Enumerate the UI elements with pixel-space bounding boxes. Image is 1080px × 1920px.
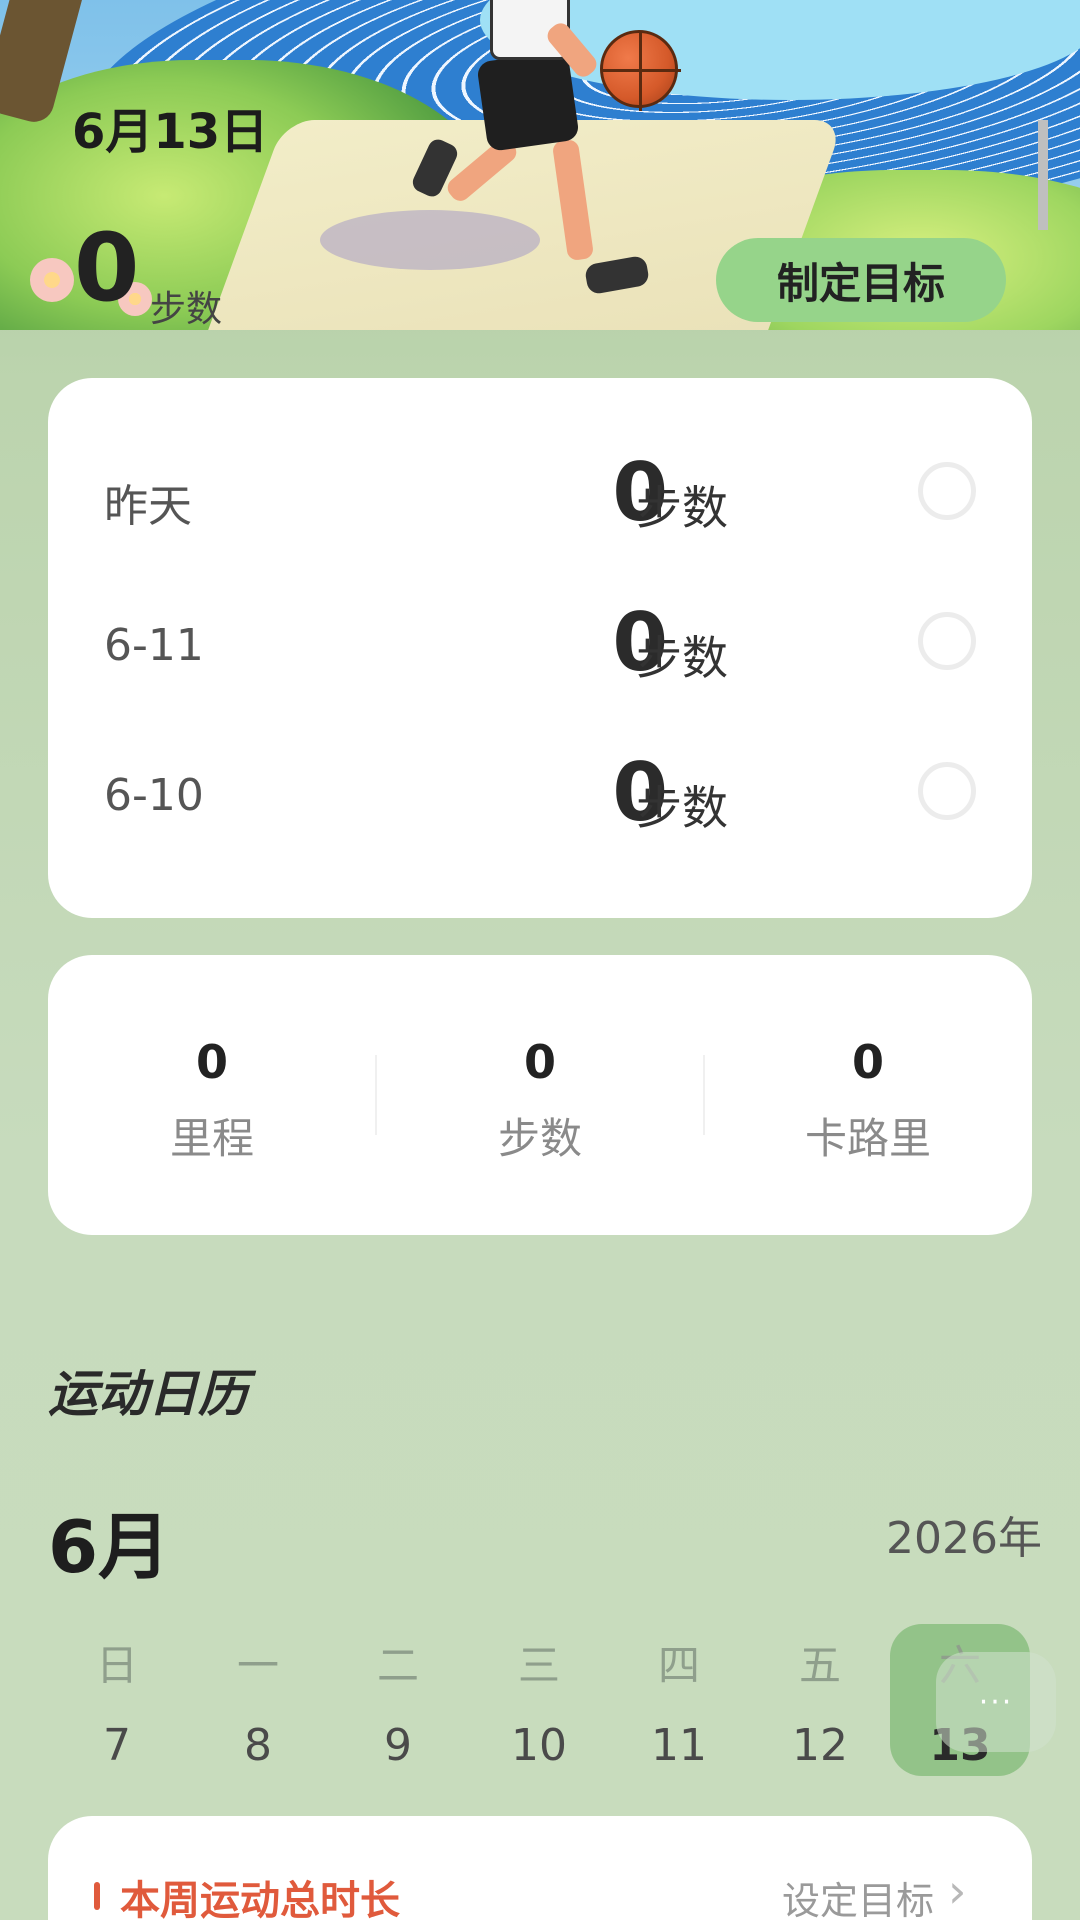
steps-value: 0: [523, 1035, 556, 1089]
set-target-link[interactable]: 设定目标: [782, 1870, 934, 1920]
history-row[interactable]: 6-11 0 步数: [48, 588, 1032, 708]
step-history-card: 昨天 0 步数 6-11 0 步数 6-10 0 步数: [48, 378, 1032, 918]
history-day-label: 昨天: [104, 481, 192, 532]
calendar-day[interactable]: 7: [47, 1720, 187, 1771]
chevron-right-icon[interactable]: ›: [948, 1864, 966, 1918]
calendar-day[interactable]: 9: [328, 1720, 468, 1771]
weekly-duration-title: 本周运动总时长: [120, 1878, 400, 1920]
activity-summary-card: 0 里程 0 步数 0 卡路里: [48, 955, 1032, 1235]
today-steps-value: 0: [74, 214, 140, 323]
steps-label: 步数: [497, 1114, 582, 1163]
history-steps-unit: 步数: [636, 481, 728, 535]
hero-banner: 6月13日 0 步数 制定目标: [0, 0, 1080, 330]
shorts-illustration: [476, 50, 580, 152]
flower-icon: [30, 258, 74, 302]
summary-distance[interactable]: 0 里程: [48, 1035, 376, 1166]
history-day-label: 6-11: [104, 620, 204, 671]
weekday-label: 日: [95, 1641, 138, 1690]
calories-label: 卡路里: [804, 1114, 931, 1163]
calendar-day[interactable]: 12: [750, 1720, 890, 1771]
history-steps-unit: 步数: [636, 631, 728, 685]
today-steps-unit: 步数: [150, 289, 223, 330]
weekday-label: 二: [376, 1641, 419, 1690]
history-day-label: 6-10: [104, 770, 204, 821]
progress-ring-icon: [918, 462, 976, 520]
shoe-illustration: [583, 254, 651, 296]
calories-value: 0: [851, 1035, 884, 1089]
accent-bar: [94, 1882, 100, 1910]
pole-illustration: [1038, 120, 1048, 230]
calendar-year: 2026年: [886, 1513, 1042, 1564]
progress-ring-icon: [918, 762, 976, 820]
distance-label: 里程: [169, 1114, 254, 1163]
today-date: 6月13日: [72, 104, 269, 160]
history-row[interactable]: 昨天 0 步数: [48, 438, 1032, 558]
calendar-day[interactable]: 10: [469, 1720, 609, 1771]
progress-ring-icon: [918, 612, 976, 670]
basketball-player-illustration: [400, 0, 681, 320]
history-row[interactable]: 6-10 0 步数: [48, 738, 1032, 858]
weekday-label: 三: [517, 1641, 560, 1690]
set-goal-button[interactable]: 制定目标: [716, 238, 1006, 322]
distance-value: 0: [195, 1035, 228, 1089]
history-steps-unit: 步数: [636, 781, 728, 835]
calendar-day[interactable]: 11: [609, 1720, 749, 1771]
calendar-day[interactable]: 8: [188, 1720, 328, 1771]
summary-calories[interactable]: 0 卡路里: [704, 1035, 1032, 1166]
leg-illustration: [551, 138, 595, 262]
weekday-label: 一: [236, 1641, 279, 1690]
weekday-label: 五: [798, 1641, 841, 1690]
weekly-duration-card: 本周运动总时长 设定目标 ›: [48, 1816, 1032, 1920]
summary-steps[interactable]: 0 步数: [376, 1035, 704, 1166]
weekday-label: 四: [657, 1641, 700, 1690]
step-tracker-page: 6月13日 0 步数 制定目标 昨天 0 步数 6-11 0 步数 6-10 0…: [0, 0, 1080, 1920]
calendar-month: 6月: [48, 1505, 171, 1589]
calendar-section-title: 运动日历: [48, 1365, 248, 1423]
more-options-button[interactable]: ···: [936, 1652, 1056, 1752]
basketball-icon: [600, 30, 681, 111]
